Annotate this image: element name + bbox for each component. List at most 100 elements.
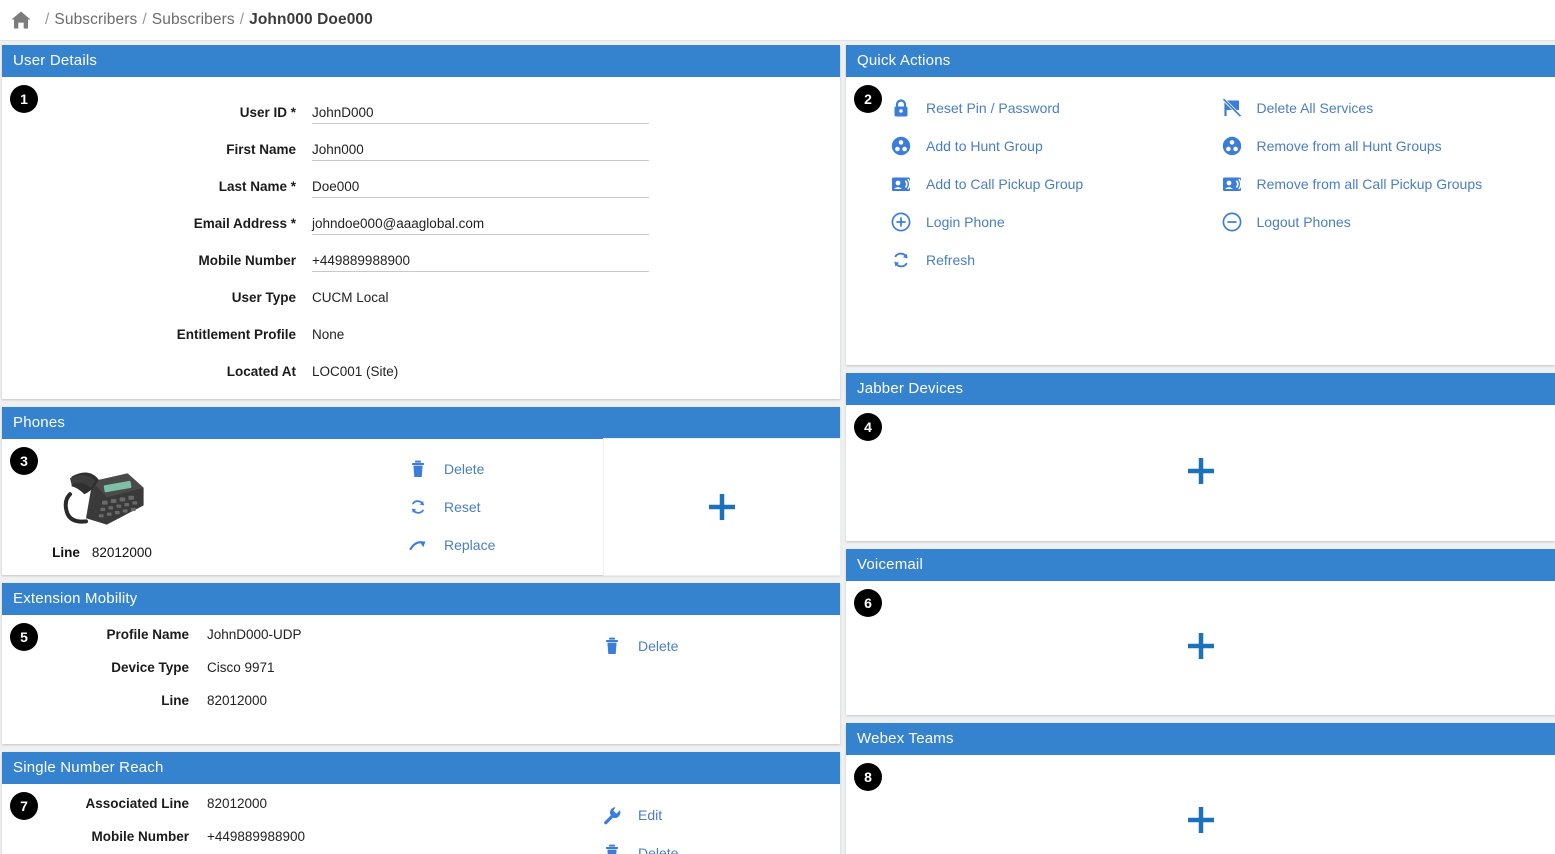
panel-quick-actions: Quick Actions 2 Reset Pin / Password Add … <box>846 45 1555 365</box>
quick-action-refresh[interactable]: Refresh <box>846 241 1201 279</box>
field-label-mobile-number: Mobile Number <box>198 253 296 268</box>
form-row-mobile-number: Mobile Number +449889988900 <box>2 235 840 272</box>
quick-action-add-to-hunt-group[interactable]: Add to Hunt Group <box>846 127 1201 165</box>
quick-action-label: Delete All Services <box>1256 100 1374 116</box>
home-icon[interactable] <box>10 10 40 30</box>
breadcrumb: / Subscribers / Subscribers / John000 Do… <box>0 0 1555 41</box>
breadcrumb-separator-3: / <box>239 11 245 28</box>
quick-action-remove-from-all-hunt-groups[interactable]: Remove from all Hunt Groups <box>1201 127 1555 165</box>
add-voicemail-button[interactable] <box>1184 629 1218 668</box>
cisco-desk-phone-icon <box>63 471 144 525</box>
quick-action-login-phone[interactable]: Login Phone <box>846 203 1201 241</box>
quick-action-remove-from-all-call-pickup-groups[interactable]: Remove from all Call Pickup Groups <box>1201 165 1555 203</box>
trash-icon <box>602 843 622 854</box>
quick-action-label: Logout Phones <box>1256 214 1351 230</box>
panel-phones: Phones 3 Line 82012000 Delete Reset Repl… <box>2 407 840 575</box>
panel-title-phones: Phones <box>2 407 840 439</box>
subscriber-detail-page: / Subscribers / Subscribers / John000 Do… <box>0 0 1555 854</box>
phone-line-info: Line 82012000 <box>2 545 202 560</box>
field-label-located-at: Located At <box>226 364 296 379</box>
user-details-form: User ID * JohnD000 First Name John000 Last N… <box>2 77 840 399</box>
quick-action-label: Add to Call Pickup Group <box>926 176 1084 192</box>
quick-action-add-to-call-pickup-group[interactable]: Add to Call Pickup Group <box>846 165 1201 203</box>
field-value-located-at: LOC001 (Site) <box>312 364 399 379</box>
detail-row-device-type: Device Type Cisco 9971 <box>2 660 602 693</box>
action-delete[interactable]: Delete <box>602 627 678 665</box>
detail-row-line: Line 82012000 <box>2 693 602 726</box>
step-badge-3: 3 <box>10 447 38 475</box>
quick-actions-left-column: Reset Pin / Password Add to Hunt Group Add… <box>846 89 1201 279</box>
plus-icon <box>1187 806 1214 833</box>
field-input-first-name[interactable]: John000 <box>312 142 649 161</box>
quick-action-label: Refresh <box>926 252 976 268</box>
field-input-last-name[interactable]: Doe000 <box>312 179 649 198</box>
extension-mobility-fields: Profile Name JohnD000-UDP Device Type Cisco… <box>2 627 602 726</box>
lock-icon <box>890 97 912 119</box>
action-replace[interactable]: Replace <box>408 526 495 564</box>
step-badge-5: 5 <box>10 623 38 651</box>
detail-value-mobile-number: +449889988900 <box>207 829 305 844</box>
plus-icon <box>709 494 735 520</box>
plus-circle-icon <box>890 211 912 233</box>
field-value-user-type: CUCM Local <box>312 290 389 305</box>
quick-action-label: Remove from all Call Pickup Groups <box>1256 176 1483 192</box>
field-label-user-type: User Type <box>231 290 296 305</box>
quick-action-label: Add to Hunt Group <box>926 138 1043 154</box>
phone-actions: Delete Reset Replace <box>408 450 495 564</box>
quick-action-reset-pin-password[interactable]: Reset Pin / Password <box>846 89 1201 127</box>
breadcrumb-item-1[interactable]: Subscribers <box>152 11 235 29</box>
form-row-email-address: Email Address * johndoe000@aaaglobal.com <box>2 198 840 235</box>
action-edit[interactable]: Edit <box>602 796 678 834</box>
right-column: Quick Actions 2 Reset Pin / Password Add … <box>846 45 1555 854</box>
field-input-email-address[interactable]: johndoe000@aaaglobal.com <box>312 216 649 235</box>
action-reset[interactable]: Reset <box>408 488 495 526</box>
form-row-user-type: User Type CUCM Local <box>2 272 840 309</box>
panel-title-quick-actions: Quick Actions <box>846 45 1555 77</box>
action-delete[interactable]: Delete <box>408 450 495 488</box>
panel-body-phones: 3 Line 82012000 Delete Reset Replace <box>2 439 840 575</box>
panel-body-single-number-reach: 7 Associated Line 82012000 Mobile Number +4… <box>2 784 840 854</box>
single-number-reach-fields: Associated Line 82012000 Mobile Number +449… <box>2 796 602 854</box>
call-pickup-icon <box>1221 173 1243 195</box>
panel-title-voicemail: Voicemail <box>846 549 1555 581</box>
add-webex-teams-button[interactable] <box>1184 803 1218 842</box>
panel-title-jabber-devices: Jabber Devices <box>846 373 1555 405</box>
add-jabber-device-button[interactable] <box>1184 454 1218 493</box>
action-delete[interactable]: Delete <box>602 834 678 854</box>
call-pickup-icon <box>890 173 912 195</box>
action-label: Reset <box>444 499 481 515</box>
quick-action-logout-phones[interactable]: Logout Phones <box>1201 203 1555 241</box>
wrench-icon <box>602 805 622 825</box>
action-label: Delete <box>638 845 679 854</box>
quick-action-delete-all-services[interactable]: Delete All Services <box>1201 89 1555 127</box>
panel-body-user-details: 1 User ID * JohnD000 First Name John000 Last… <box>2 77 840 399</box>
quick-actions-right-column: Delete All Services Remove from all Hunt … <box>1201 89 1555 279</box>
breadcrumb-item-0[interactable]: Subscribers <box>54 11 137 29</box>
detail-value-device-type: Cisco 9971 <box>207 660 275 675</box>
hunt-group-icon <box>1221 135 1243 157</box>
field-input-user-id[interactable]: JohnD000 <box>312 105 649 124</box>
extension-mobility-actions: Delete <box>602 627 678 726</box>
trash-icon <box>408 459 428 479</box>
detail-label-device-type: Device Type <box>111 660 189 675</box>
plus-icon <box>1187 457 1214 484</box>
field-label-user-id: User ID * <box>239 105 296 120</box>
add-phone-tile[interactable] <box>604 439 840 575</box>
panel-single-number-reach: Single Number Reach 7 Associated Line 820… <box>2 752 840 854</box>
trash-icon <box>602 636 622 656</box>
panel-body-quick-actions: 2 Reset Pin / Password Add to Hunt Group A… <box>846 77 1555 365</box>
action-label: Edit <box>638 807 663 823</box>
panel-title-single-number-reach: Single Number Reach <box>2 752 840 784</box>
refresh-icon <box>408 497 428 517</box>
quick-action-label: Reset Pin / Password <box>926 100 1060 116</box>
left-column: User Details 1 User ID * JohnD000 First Na… <box>2 45 840 854</box>
panel-jabber-devices: Jabber Devices 4 <box>846 373 1555 541</box>
field-label-entitlement-profile: Entitlement Profile <box>176 327 296 342</box>
action-label: Delete <box>444 461 485 477</box>
breadcrumb-separator-1: / <box>45 11 50 28</box>
field-input-mobile-number[interactable]: +449889988900 <box>312 253 649 272</box>
form-row-user-id: User ID * JohnD000 <box>2 87 840 124</box>
step-badge-7: 7 <box>10 792 38 820</box>
replace-arrow-icon <box>408 535 428 555</box>
detail-row-profile-name: Profile Name JohnD000-UDP <box>2 627 602 660</box>
